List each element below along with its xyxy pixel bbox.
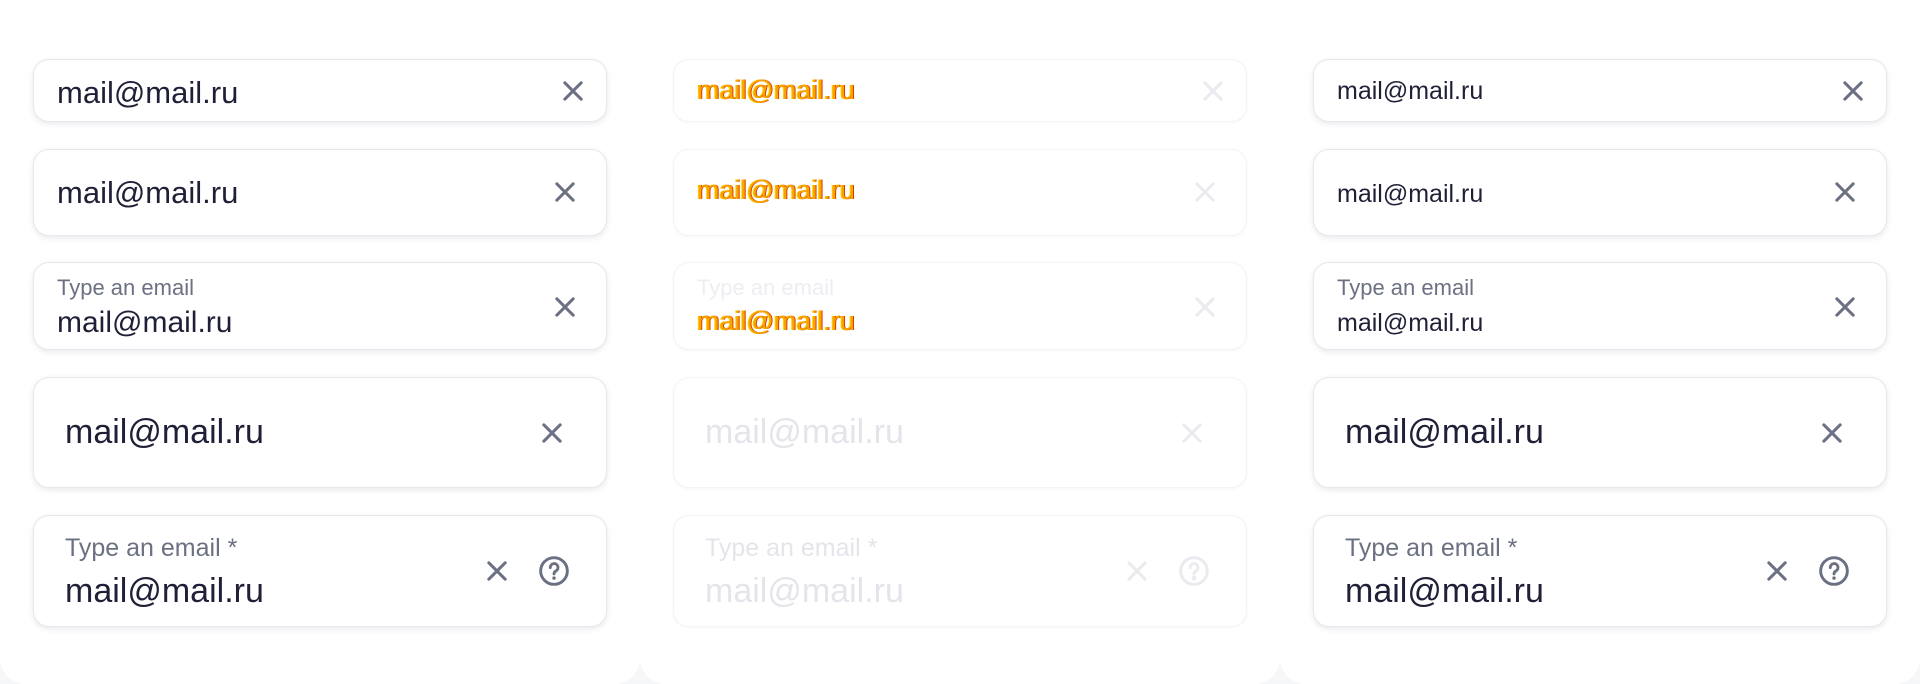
email-value: mail@mail.ru bbox=[1345, 572, 1544, 610]
email-value: mail@mail.ru bbox=[705, 572, 904, 610]
close-icon[interactable] bbox=[559, 77, 587, 105]
email-field-labeled[interactable]: Type an email mail@mail.ru bbox=[1313, 262, 1887, 350]
column-default: mail@mail.ru mail@mail.ru Type an email … bbox=[0, 0, 640, 684]
email-input-showcase: mail@mail.ru mail@mail.ru Type an email … bbox=[0, 0, 1920, 684]
question-circle-icon[interactable] bbox=[1818, 555, 1850, 587]
email-label-required: Type an email * bbox=[65, 534, 238, 562]
close-icon[interactable] bbox=[1831, 293, 1859, 321]
close-icon[interactable] bbox=[1818, 419, 1846, 447]
email-field-small[interactable]: mail@mail.ru bbox=[1313, 59, 1887, 122]
email-value: mail@mail.ru bbox=[57, 75, 239, 110]
question-circle-icon[interactable] bbox=[538, 555, 570, 587]
email-field-labeled[interactable]: Type an email mail@mail.ru bbox=[33, 262, 607, 350]
column-compact: mail@mail.ru mail@mail.ru Type an email … bbox=[1280, 0, 1920, 684]
email-field-small[interactable]: mail@mail.ru bbox=[33, 59, 607, 122]
email-value: mail@mail.ru bbox=[65, 413, 264, 451]
email-field-medium[interactable]: mail@mail.ru bbox=[1313, 149, 1887, 236]
question-circle-icon bbox=[1178, 555, 1210, 587]
email-field-small-disabled: mail@mail.ru bbox=[673, 59, 1247, 122]
close-icon bbox=[1191, 178, 1219, 206]
email-field-large[interactable]: mail@mail.ru bbox=[33, 377, 607, 488]
email-value: mail@mail.ru bbox=[1337, 180, 1484, 208]
email-value: mail@mail.ru bbox=[57, 306, 233, 339]
email-value: mail@mail.ru bbox=[65, 572, 264, 610]
email-value: mail@mail.ru bbox=[697, 75, 855, 105]
email-value: mail@mail.ru bbox=[1337, 309, 1484, 337]
email-field-large-labeled[interactable]: Type an email * mail@mail.ru bbox=[1313, 515, 1887, 627]
email-value: mail@mail.ru bbox=[57, 175, 239, 210]
close-icon[interactable] bbox=[1831, 178, 1859, 206]
email-label-required: Type an email * bbox=[1345, 534, 1518, 562]
close-icon[interactable] bbox=[483, 557, 511, 585]
close-icon bbox=[1178, 419, 1206, 447]
close-icon bbox=[1191, 293, 1219, 321]
email-field-large[interactable]: mail@mail.ru bbox=[1313, 377, 1887, 488]
email-value: mail@mail.ru bbox=[1337, 77, 1484, 105]
email-field-medium-disabled: mail@mail.ru bbox=[673, 149, 1247, 236]
column-disabled: mail@mail.ru mail@mail.ru Type an email … bbox=[640, 0, 1280, 684]
close-icon[interactable] bbox=[538, 419, 566, 447]
close-icon bbox=[1123, 557, 1151, 585]
email-field-medium[interactable]: mail@mail.ru bbox=[33, 149, 607, 236]
email-field-labeled-disabled: Type an email mail@mail.ru bbox=[673, 262, 1247, 350]
close-icon[interactable] bbox=[1839, 77, 1867, 105]
close-icon bbox=[1199, 77, 1227, 105]
close-icon[interactable] bbox=[551, 178, 579, 206]
email-field-large-disabled: mail@mail.ru bbox=[673, 377, 1247, 488]
close-icon[interactable] bbox=[551, 293, 579, 321]
close-icon[interactable] bbox=[1763, 557, 1791, 585]
email-value: mail@mail.ru bbox=[705, 413, 904, 451]
email-value: mail@mail.ru bbox=[697, 306, 855, 336]
email-field-large-labeled-disabled: Type an email * mail@mail.ru bbox=[673, 515, 1247, 627]
email-label: Type an email bbox=[1337, 275, 1474, 300]
email-label: Type an email bbox=[697, 275, 834, 300]
email-field-large-labeled[interactable]: Type an email * mail@mail.ru bbox=[33, 515, 607, 627]
email-label-required: Type an email * bbox=[705, 534, 878, 562]
email-value: mail@mail.ru bbox=[1345, 413, 1544, 451]
email-label: Type an email bbox=[57, 275, 194, 300]
email-value: mail@mail.ru bbox=[697, 175, 855, 205]
